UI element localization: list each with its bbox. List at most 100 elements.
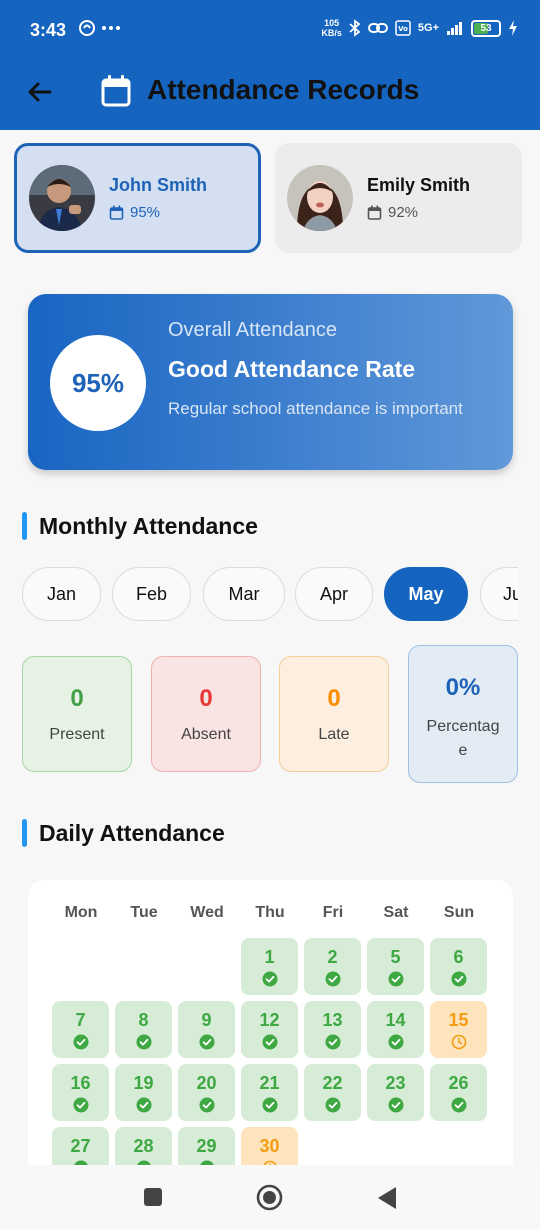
day-number: 21 [259,1073,280,1093]
calendar-day[interactable]: 19 [115,1064,172,1121]
student-percent: 92% [388,204,419,221]
network-speed: 105 KB/s [321,18,342,38]
calendar-day[interactable]: 5 [367,938,424,995]
day-number: 22 [322,1073,343,1093]
stat-label: Late [318,726,350,743]
calendar-icon [109,205,124,220]
stat-label: Absent [181,726,231,743]
day-number: 1 [264,947,275,967]
student-percent: 95% [130,204,161,221]
calendar-day[interactable]: 22 [304,1064,361,1121]
home-circle-icon[interactable] [256,1184,283,1211]
weekday-wed: Wed [190,904,224,921]
stat-value: 0 [327,685,341,712]
month-chip-mar[interactable]: Mar [203,567,285,621]
month-chip-may[interactable]: May [384,567,468,621]
day-number: 27 [70,1136,91,1156]
charging-icon [509,20,517,36]
day-number: 26 [448,1073,469,1093]
stat-percentage: 0% Percentag e [408,645,518,783]
app-notification-icon [79,20,95,36]
check-circle-icon [388,971,403,987]
calendar-day[interactable]: 8 [115,1001,172,1058]
calendar-day[interactable]: 14 [367,1001,424,1058]
day-number: 8 [138,1010,149,1030]
month-chip-jan[interactable]: Jan [22,567,101,621]
weekday-fri: Fri [322,904,344,921]
clock-icon [451,1034,466,1050]
network-type: 5G+ [417,22,439,34]
calendar-day[interactable]: 6 [430,938,487,995]
avatar [29,165,95,231]
daily-heading: Daily Attendance [22,819,225,847]
student-name: John Smith [109,175,207,195]
battery-icon: 53 [471,19,501,37]
monthly-heading: Monthly Attendance [22,512,258,540]
day-number: 29 [196,1136,217,1156]
day-number: 19 [133,1073,154,1093]
heading-accent [22,512,27,540]
overall-description: Regular school attendance is important [168,399,463,418]
status-bar: 3:43 105 KB/s Vo 5G+ 53 [0,0,540,62]
recents-square-icon[interactable] [143,1187,163,1207]
calendar-day[interactable]: 7 [52,1001,109,1058]
check-circle-icon [262,1034,277,1050]
calendar-day[interactable]: 21 [241,1064,298,1121]
day-number: 15 [448,1010,469,1030]
stat-label: Percentag e [426,718,500,759]
month-chip-jun[interactable]: Ju [480,567,518,621]
check-circle-icon [388,1097,403,1113]
calendar-icon [367,205,382,220]
check-circle-icon [199,1097,214,1113]
day-number: 28 [133,1136,154,1156]
calendar-day[interactable]: 16 [52,1064,109,1121]
overall-attendance-card: 95% Overall Attendance Good Attendance R… [28,294,513,470]
stat-value: 0 [199,685,213,712]
section-title: Daily Attendance [39,819,225,846]
system-nav-bar [0,1165,540,1230]
back-triangle-icon[interactable] [377,1186,397,1210]
day-number: 14 [385,1010,406,1030]
calendar-day[interactable]: 9 [178,1001,235,1058]
stat-late: 0 Late [279,656,389,772]
stat-absent: 0 Absent [151,656,261,772]
day-number: 6 [453,947,464,967]
student-photo-icon [287,165,353,231]
stat-label: Present [49,726,105,743]
arrow-left-icon[interactable] [24,76,56,108]
day-number: 13 [322,1010,343,1030]
stat-value: 0 [70,685,84,712]
volte-icon: Vo [395,20,411,36]
calendar-day[interactable]: 13 [304,1001,361,1058]
check-circle-icon [325,971,340,987]
student-card-john-smith[interactable]: John Smith 95% [14,143,261,253]
calendar-day[interactable]: 20 [178,1064,235,1121]
check-circle-icon [73,1034,88,1050]
bluetooth-icon [349,19,361,37]
weekday-tue: Tue [130,904,158,921]
calendar-day[interactable]: 23 [367,1064,424,1121]
calendar-day[interactable]: 12 [241,1001,298,1058]
calendar-day[interactable]: 26 [430,1064,487,1121]
overall-rate: Good Attendance Rate [168,356,416,382]
month-selector[interactable]: Jan Feb Mar Apr May Ju [22,567,518,623]
status-time: 3:43 [30,20,67,40]
day-number: 20 [196,1073,217,1093]
section-title: Monthly Attendance [39,512,258,539]
calendar-day[interactable]: 1 [241,938,298,995]
page-title: Attendance Records [147,74,420,105]
check-circle-icon [262,971,277,987]
calendar-day[interactable]: 2 [304,938,361,995]
svg-text:Vo: Vo [398,25,408,33]
student-card-emily-smith[interactable]: Emily Smith 92% [275,143,522,253]
day-number: 30 [259,1136,280,1156]
check-circle-icon [451,1097,466,1113]
signal-icon [447,22,462,35]
month-chip-apr[interactable]: Apr [295,567,373,621]
heading-accent [22,819,27,847]
calendar-day[interactable]: 15 [430,1001,487,1058]
weekday-mon: Mon [64,904,98,921]
month-chip-feb[interactable]: Feb [112,567,191,621]
avatar [287,165,353,231]
link-icon [367,23,388,33]
